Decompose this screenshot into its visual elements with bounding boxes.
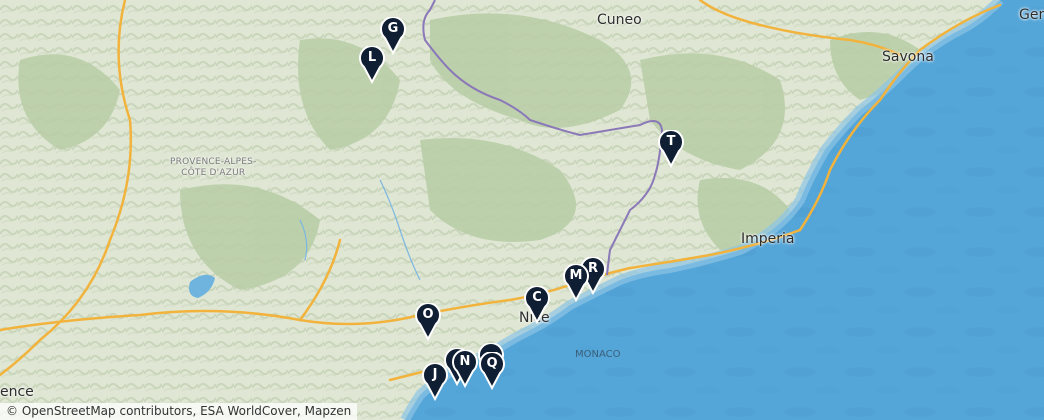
city-label-genova: Gen: [1019, 7, 1044, 23]
map-marker-j[interactable]: J: [420, 363, 450, 401]
map-marker-n[interactable]: N: [450, 350, 480, 388]
marker-letter: O: [422, 307, 434, 322]
map-marker-c[interactable]: C: [522, 286, 552, 324]
region-label-line2: CÔTE D'AZUR: [181, 168, 246, 178]
map-marker-o[interactable]: O: [413, 303, 443, 341]
region-label: PROVENCE-ALPES- CÔTE D'AZUR: [170, 157, 256, 179]
marker-letter: L: [367, 50, 377, 65]
map-attribution: © OpenStreetMap contributors, ESA WorldC…: [0, 403, 358, 420]
marker-letter: C: [532, 290, 542, 305]
map-marker-m[interactable]: M: [561, 264, 591, 302]
city-label-imperia: Imperia: [741, 231, 795, 247]
map-marker-l[interactable]: L: [357, 46, 387, 84]
map-marker-t[interactable]: T: [656, 130, 686, 168]
city-label-savona: Savona: [882, 49, 934, 65]
marker-letter: N: [459, 354, 471, 369]
marker-letter: Q: [486, 356, 498, 371]
marker-letter: G: [387, 21, 399, 36]
city-label-cuneo: Cuneo: [597, 12, 642, 28]
city-label-provence: ence: [0, 384, 34, 400]
label-monaco: MONACO: [575, 349, 621, 360]
marker-letter: T: [666, 134, 676, 149]
marker-letter: M: [569, 268, 583, 283]
map-view[interactable]: Cuneo Savona Gen Imperia Nice ence MONAC…: [0, 0, 1044, 420]
map-marker-q[interactable]: Q: [477, 352, 507, 390]
marker-letter: J: [432, 367, 438, 382]
region-label-line1: PROVENCE-ALPES-: [170, 157, 257, 167]
